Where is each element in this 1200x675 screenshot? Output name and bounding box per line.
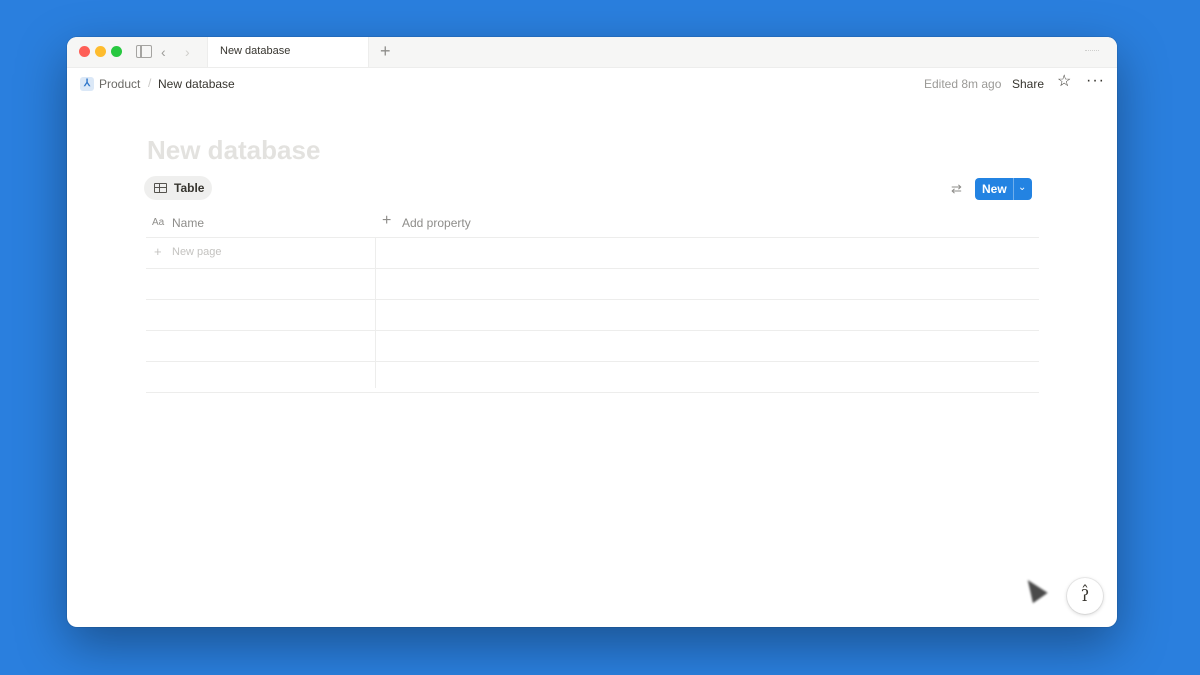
- back-arrow-icon[interactable]: ‹: [161, 43, 166, 61]
- page-topbar: ⅄ Product / New database Edited 8m ago S…: [67, 67, 1117, 101]
- table-row: [146, 362, 1039, 393]
- close-window-button[interactable]: [79, 46, 90, 57]
- column-divider: [375, 237, 376, 388]
- favorite-star-icon[interactable]: ☆: [1057, 73, 1071, 91]
- mouse-cursor-icon: [1020, 574, 1048, 604]
- database-table: Aa Name + Add property + New page: [146, 208, 1039, 393]
- new-button[interactable]: New ⌄: [975, 178, 1032, 200]
- title-bar: ‹ › New database +: [67, 37, 1117, 68]
- browser-window: ‹ › New database + ⅄ Product / New datab…: [67, 37, 1117, 627]
- minimize-window-button[interactable]: [95, 46, 106, 57]
- tab-title: New database: [220, 45, 291, 57]
- forward-arrow-icon[interactable]: ›: [185, 43, 190, 61]
- chevron-down-icon[interactable]: ⌄: [1018, 181, 1026, 195]
- view-settings-icon[interactable]: ⇄: [951, 181, 962, 197]
- sidebar-toggle-icon[interactable]: [136, 45, 152, 58]
- table-header: Aa Name + Add property: [146, 208, 1039, 238]
- more-options-icon[interactable]: ···: [1086, 72, 1105, 90]
- new-page-label: New page: [172, 246, 222, 258]
- tab-active[interactable]: New database: [207, 37, 369, 67]
- add-property-button[interactable]: Add property: [402, 216, 471, 230]
- workspace-logo-icon: ⅄: [80, 77, 94, 91]
- edited-timestamp: Edited 8m ago: [924, 77, 1002, 91]
- table-row: [146, 331, 1039, 362]
- add-property-plus-icon[interactable]: +: [382, 213, 391, 229]
- page-title[interactable]: New database: [147, 135, 320, 166]
- breadcrumb-separator: /: [148, 76, 152, 90]
- new-button-divider: [1013, 178, 1014, 200]
- breadcrumb-page[interactable]: New database: [158, 77, 235, 91]
- share-button[interactable]: Share: [1012, 77, 1044, 91]
- help-icon: ʔ̂: [1080, 586, 1090, 605]
- new-button-label: New: [982, 182, 1007, 196]
- maximize-window-button[interactable]: [111, 46, 122, 57]
- column-header-name[interactable]: Name: [172, 216, 204, 230]
- view-tab-table[interactable]: Table: [144, 176, 212, 200]
- new-page-plus-icon: +: [154, 244, 162, 259]
- text-property-icon: Aa: [152, 217, 165, 228]
- table-icon: [154, 183, 167, 193]
- new-tab-plus-icon[interactable]: +: [380, 41, 391, 61]
- help-button[interactable]: ʔ̂: [1067, 578, 1103, 614]
- table-row: [146, 300, 1039, 331]
- table-row: [146, 269, 1039, 300]
- breadcrumb-workspace[interactable]: Product: [99, 77, 140, 91]
- view-tab-label: Table: [174, 181, 205, 195]
- window-drag-handle: [1085, 50, 1099, 51]
- new-page-row[interactable]: + New page: [146, 238, 1039, 269]
